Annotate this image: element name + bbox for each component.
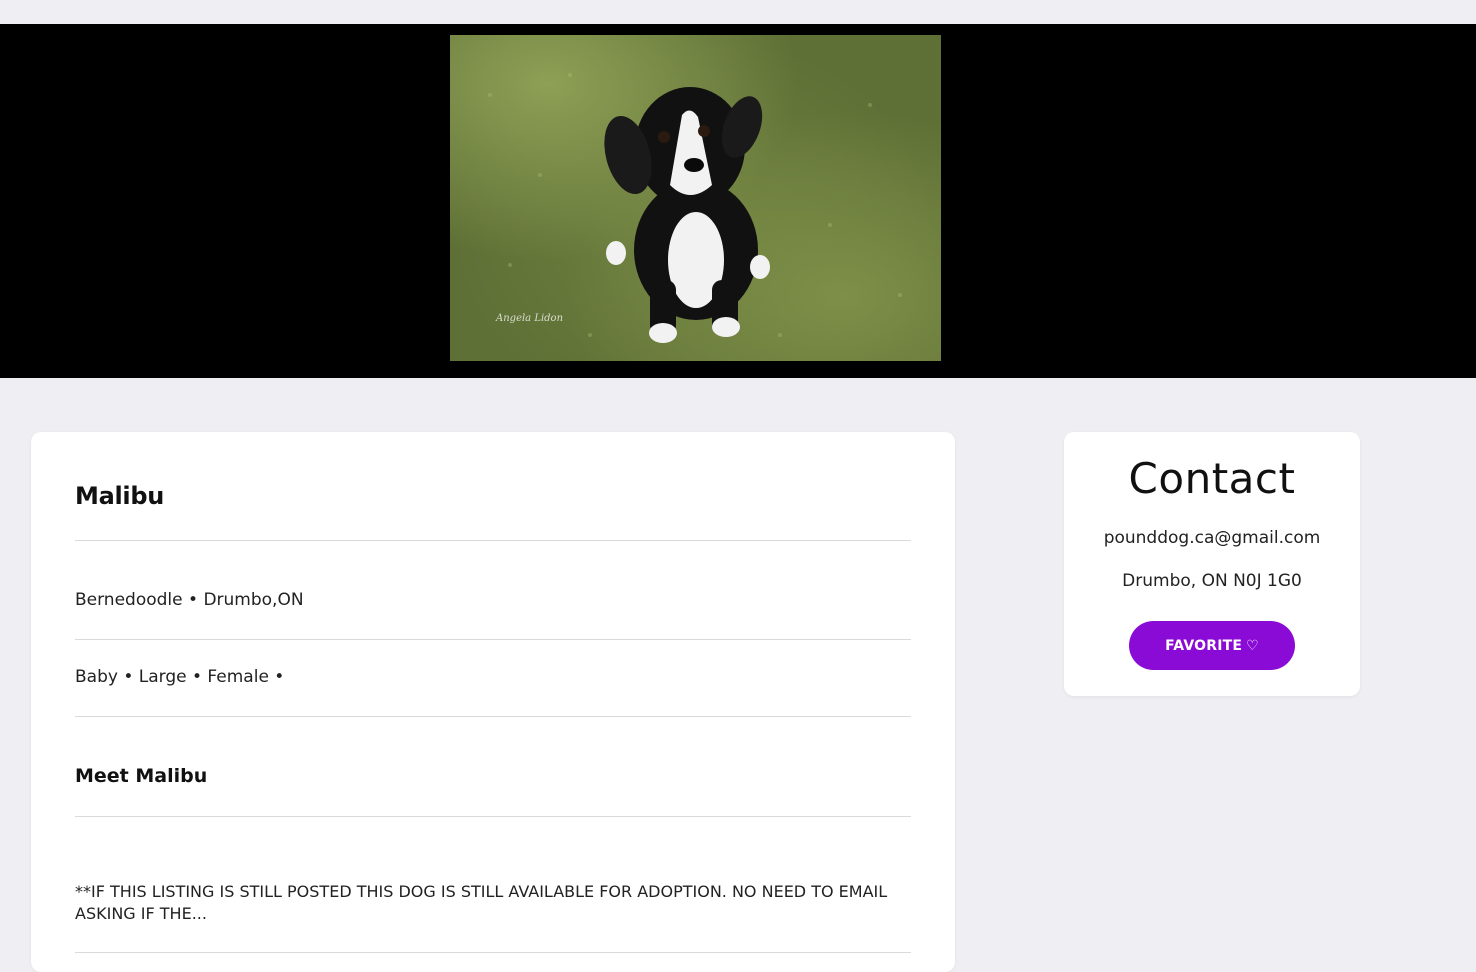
pet-details-card: Malibu Bernedoodle • Drumbo,ON Baby • La… (31, 432, 955, 972)
pet-attributes: Baby • Large • Female • (75, 667, 285, 687)
pet-name: Malibu (75, 482, 164, 510)
divider (75, 716, 911, 717)
breed-location: Bernedoodle • Drumbo,ON (75, 590, 304, 610)
pet-description: **IF THIS LISTING IS STILL POSTED THIS D… (75, 882, 888, 923)
favorite-button[interactable]: FAVORITE ♡ (1129, 621, 1295, 670)
pet-photo[interactable]: Angela Lidon (450, 35, 941, 361)
contact-location: Drumbo, ON N0J 1G0 (1122, 571, 1302, 591)
divider (75, 540, 911, 541)
contact-title: Contact (1128, 454, 1296, 503)
divider (75, 816, 911, 817)
meet-heading: Meet Malibu (75, 765, 208, 787)
top-bar (0, 0, 1476, 24)
divider (75, 952, 911, 953)
contact-email[interactable]: pounddog.ca@gmail.com (1064, 528, 1360, 548)
contact-card: Contact pounddog.ca@gmail.com Drumbo, ON… (1064, 432, 1360, 696)
divider (75, 639, 911, 640)
favorite-label: FAVORITE (1165, 637, 1243, 654)
photographer-signature: Angela Lidon (496, 313, 564, 324)
heart-outline-icon: ♡ (1246, 637, 1259, 654)
photo-banner: Angela Lidon (0, 24, 1476, 378)
